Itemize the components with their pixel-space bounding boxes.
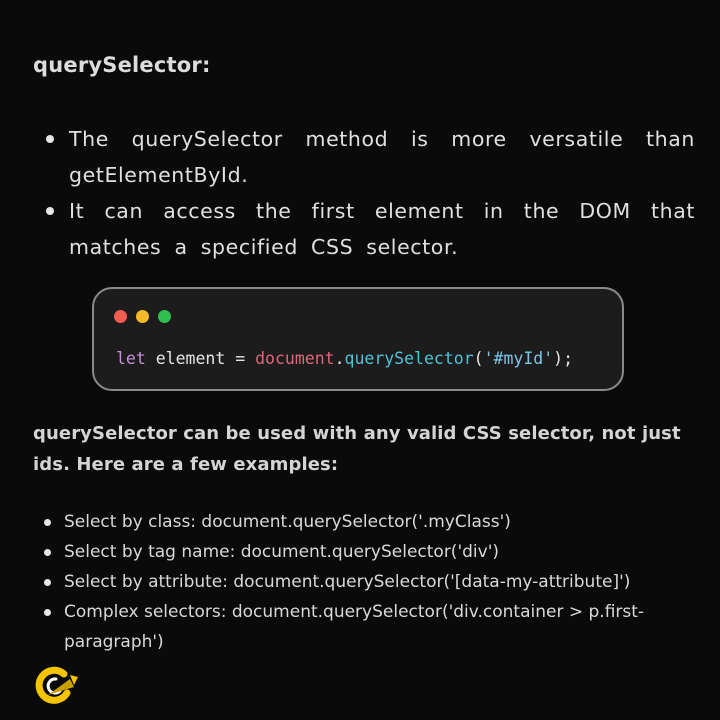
code-method: querySelector <box>344 349 474 368</box>
minimize-dot-icon <box>136 310 149 323</box>
brand-logo-icon <box>34 665 80 705</box>
code-object: document <box>255 349 335 368</box>
code-variable: element = <box>145 349 256 368</box>
examples-list: Select by class: document.querySelector(… <box>33 507 713 657</box>
intro-list: The querySelector method is more versati… <box>33 121 695 265</box>
code-open-paren: ( <box>473 349 484 368</box>
code-window: let element = document.querySelector('#m… <box>92 287 624 391</box>
brand-logo-svg <box>35 666 78 704</box>
list-item: Complex selectors: document.querySelecto… <box>33 597 713 657</box>
list-item: Select by tag name: document.querySelect… <box>33 537 713 567</box>
maximize-dot-icon <box>158 310 171 323</box>
list-item: Select by attribute: document.querySelec… <box>33 567 713 597</box>
code-keyword: let <box>116 349 146 368</box>
code-dot: . <box>334 349 345 368</box>
page-title: querySelector: <box>33 53 211 77</box>
list-item: The querySelector method is more versati… <box>33 121 695 193</box>
window-controls <box>114 310 171 323</box>
code-string: '#myId' <box>483 349 554 368</box>
code-line: let element = document.querySelector('#m… <box>116 349 573 368</box>
list-item: Select by class: document.querySelector(… <box>33 507 713 537</box>
summary-text: querySelector can be used with any valid… <box>33 423 681 475</box>
close-dot-icon <box>114 310 127 323</box>
code-close: ); <box>553 349 574 368</box>
list-item: It can access the first element in the D… <box>33 193 695 265</box>
